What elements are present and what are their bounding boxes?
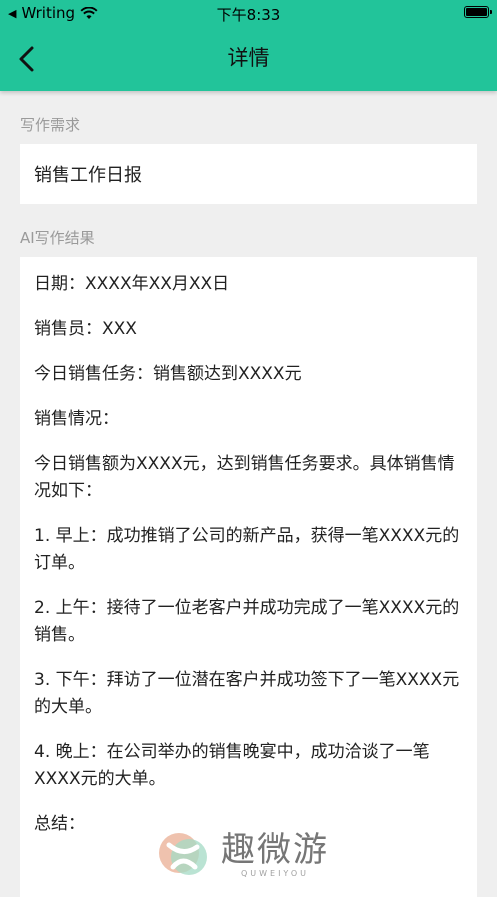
result-paragraph: 1. 早上：成功推销了公司的新产品，获得一笔XXXX元的订单。 bbox=[34, 526, 460, 573]
watermark-sub: QUWEIYOU bbox=[240, 869, 310, 878]
result-section-label: AI写作结果 bbox=[20, 229, 95, 247]
watermark: 趣微游 QUWEIYOU bbox=[155, 826, 350, 883]
watermark-logo-icon bbox=[159, 832, 207, 875]
request-card: 销售工作日报 bbox=[20, 144, 477, 204]
result-paragraph: 3. 下午：拜访了一位潜在客户并成功签下了一笔XXXX元的大单。 bbox=[34, 670, 460, 717]
request-section-label: 写作需求 bbox=[20, 116, 81, 134]
nav-header: ◀ Writing 下午8:33 详情 bbox=[0, 0, 497, 91]
result-paragraph: 销售员：XXX bbox=[34, 319, 137, 339]
result-paragraph: 今日销售任务：销售额达到XXXX元 bbox=[34, 364, 302, 384]
page-title: 详情 bbox=[227, 46, 270, 70]
battery-icon bbox=[464, 6, 492, 18]
request-value: 销售工作日报 bbox=[34, 165, 142, 186]
result-card: 日期：XXXX年XX月XX日 销售员：XXX 今日销售任务：销售额达到XXXX元… bbox=[20, 257, 477, 897]
result-paragraph: 日期：XXXX年XX月XX日 bbox=[34, 274, 230, 294]
watermark-name: 趣微游 bbox=[221, 830, 329, 870]
watermark-text: 趣微游 QUWEIYOU bbox=[221, 831, 329, 878]
result-paragraph: 销售情况： bbox=[34, 409, 119, 429]
result-paragraph: 今日销售额为XXXX元，达到销售任务要求。具体销售情况如下： bbox=[34, 454, 455, 501]
result-paragraph: 4. 晚上：在公司举办的销售晚宴中，成功洽谈了一笔XXXX元的大单。 bbox=[34, 742, 430, 789]
status-time: 下午8:33 bbox=[216, 6, 281, 24]
result-paragraph: 2. 上午：接待了一位老客户并成功完成了一笔XXXX元的销售。 bbox=[34, 598, 460, 645]
status-bar: ◀ Writing 下午8:33 bbox=[0, 0, 497, 26]
